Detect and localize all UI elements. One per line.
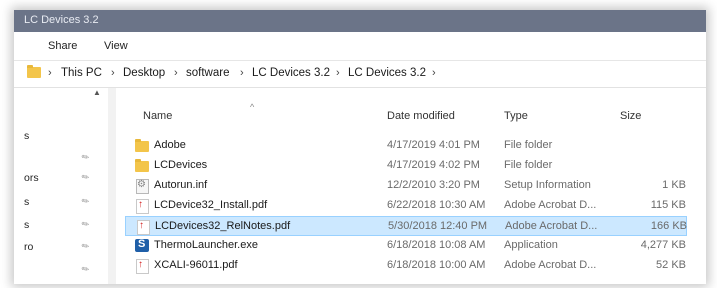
chevron-right-icon[interactable]: › [48, 67, 52, 79]
file-row-xcali-pdf[interactable]: XCALI-96011.pdf 6/18/2018 10:00 AM Adobe… [125, 256, 687, 276]
pin-icon[interactable]: ✎ [80, 171, 92, 184]
file-row-lcdevices[interactable]: LCDevices 4/17/2019 4:02 PM File folder [125, 156, 687, 176]
sort-ascending-icon: ^ [250, 102, 255, 112]
title-bar[interactable]: LC Devices 3.2 [14, 10, 706, 32]
file-row-adobe[interactable]: Adobe 4/17/2019 4:01 PM File folder [125, 136, 687, 156]
breadcrumb-lc-devices-current[interactable]: LC Devices 3.2 [348, 67, 426, 79]
tab-share[interactable]: Share [48, 40, 77, 52]
ribbon: Share View [14, 32, 706, 61]
breadcrumb-lc-devices-parent[interactable]: LC Devices 3.2 [252, 67, 330, 79]
file-size: 166 KB [650, 220, 687, 232]
file-size: 115 KB [650, 199, 686, 211]
column-header-name[interactable]: Name [143, 110, 172, 122]
app-icon [135, 238, 149, 252]
pin-icon[interactable]: ✎ [80, 151, 92, 164]
column-header-size[interactable]: Size [620, 110, 641, 122]
chevron-right-icon[interactable]: › [174, 67, 178, 79]
pin-icon[interactable]: ✎ [80, 240, 92, 253]
nav-item[interactable]: ors [24, 172, 39, 184]
tab-view[interactable]: View [104, 40, 128, 52]
file-row-thermolauncher[interactable]: ThermoLauncher.exe 6/18/2018 10:08 AM Ap… [125, 236, 687, 256]
breadcrumb-software[interactable]: software [186, 67, 229, 79]
file-name: Autorun.inf [154, 179, 208, 191]
folder-icon [27, 65, 41, 78]
pdf-icon [137, 220, 150, 235]
folder-icon [135, 159, 149, 172]
column-header-date[interactable]: Date modified [387, 110, 455, 122]
pdf-icon [136, 259, 149, 274]
file-name: LCDevices32_RelNotes.pdf [155, 220, 291, 232]
file-name: LCDevice32_Install.pdf [154, 199, 268, 211]
pin-icon[interactable]: ✎ [80, 195, 92, 208]
nav-item[interactable]: s [24, 196, 29, 208]
file-date: 6/18/2018 10:08 AM [387, 239, 486, 251]
nav-item[interactable]: ro [24, 241, 33, 253]
window-title: LC Devices 3.2 [24, 14, 99, 26]
breadcrumb-this-pc[interactable]: This PC [61, 67, 102, 79]
nav-scrollbar[interactable] [108, 88, 116, 284]
file-name: XCALI-96011.pdf [154, 259, 238, 271]
pin-icon[interactable]: ✎ [80, 218, 92, 231]
file-size: 52 KB [656, 259, 686, 271]
file-size: 1 KB [662, 179, 686, 191]
nav-item[interactable]: s [24, 219, 29, 231]
nav-item[interactable]: s [24, 130, 29, 142]
file-type: Adobe Acrobat D... [504, 259, 597, 271]
file-size: 4,277 KB [640, 239, 686, 251]
chevron-right-icon[interactable]: › [432, 67, 436, 79]
folder-icon [135, 139, 149, 152]
chevron-right-icon[interactable]: › [336, 67, 340, 79]
scroll-up-icon[interactable]: ▲ [93, 88, 101, 97]
pin-icon[interactable]: ✎ [80, 263, 92, 276]
file-name: Adobe [154, 139, 186, 151]
file-date: 6/18/2018 10:00 AM [387, 259, 486, 271]
pdf-icon [136, 199, 149, 214]
file-name: ThermoLauncher.exe [154, 239, 258, 251]
file-date: 12/2/2010 3:20 PM [387, 179, 480, 191]
address-bar[interactable]: › This PC › Desktop › software › LC Devi… [14, 61, 706, 88]
setup-file-icon [136, 179, 149, 194]
file-type: File folder [504, 139, 553, 151]
file-date: 4/17/2019 4:01 PM [387, 139, 480, 151]
file-type: Setup Information [504, 179, 591, 191]
file-row-relnotes-pdf[interactable]: LCDevices32_RelNotes.pdf 5/30/2018 12:40… [125, 216, 687, 236]
file-type: Application [504, 239, 558, 251]
file-row-install-pdf[interactable]: LCDevice32_Install.pdf 6/22/2018 10:30 A… [125, 196, 687, 216]
file-name: LCDevices [154, 159, 208, 171]
file-type: Adobe Acrobat D... [504, 199, 597, 211]
file-type: File folder [504, 159, 553, 171]
file-date: 6/22/2018 10:30 AM [387, 199, 486, 211]
explorer-window: LC Devices 3.2 Share View › This PC › De… [14, 10, 706, 284]
column-header-type[interactable]: Type [504, 110, 528, 122]
navigation-pane: ▲ s ✎ ors ✎ s ✎ s ✎ ro ✎ ✎ [14, 88, 108, 284]
file-date: 5/30/2018 12:40 PM [388, 220, 488, 232]
file-row-autorun[interactable]: Autorun.inf 12/2/2010 3:20 PM Setup Info… [125, 176, 687, 196]
breadcrumb-desktop[interactable]: Desktop [123, 67, 165, 79]
chevron-right-icon[interactable]: › [111, 67, 115, 79]
file-type: Adobe Acrobat D... [505, 220, 598, 232]
file-date: 4/17/2019 4:02 PM [387, 159, 480, 171]
chevron-right-icon[interactable]: › [240, 67, 244, 79]
